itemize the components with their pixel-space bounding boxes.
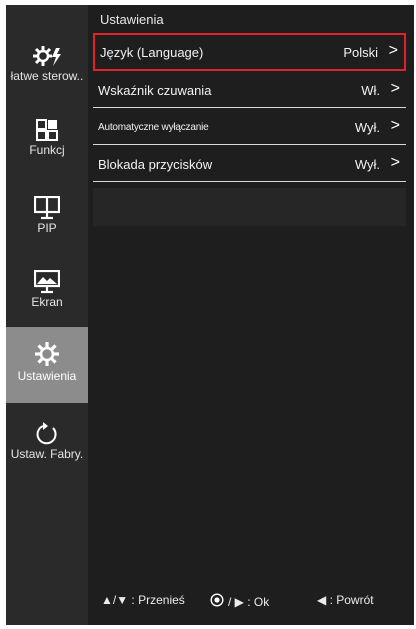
sidebar-item-easy-control[interactable]: łatwe sterow..	[6, 33, 88, 107]
footer-key-guide: ▲/▼ : Przenieś / ▶ : Ok ◀ : Powrót	[88, 593, 414, 613]
row-label: Automatyczne wyłączanie	[98, 122, 209, 133]
sidebar-item-function[interactable]: Funkcj	[6, 107, 88, 181]
row-value: Polski	[343, 45, 378, 60]
row-value: Wył.	[354, 120, 380, 135]
move-hint-text: ▲/▼ : Przenieś	[101, 593, 185, 607]
sidebar-item-label: łatwe sterow..	[10, 69, 84, 83]
row-value: Wł.	[361, 83, 380, 98]
picture-icon	[6, 269, 88, 295]
back-hint-text: ◀ : Powrót	[317, 593, 374, 607]
sidebar-item-label: Ustaw. Fabry.	[10, 447, 84, 461]
sidebar: łatwe sterow.. Funkcj PIP Ekran Ustawien…	[6, 5, 88, 625]
joystick-button-icon	[210, 593, 224, 610]
move-hint: ▲/▼ : Przenieś	[101, 593, 185, 607]
pip-icon	[6, 195, 88, 221]
function-icon	[6, 117, 88, 143]
ok-hint-text: / ▶ : Ok	[228, 594, 270, 609]
reset-icon	[6, 421, 88, 447]
sidebar-item-settings[interactable]: Ustawienia	[6, 327, 88, 403]
menu-row-standby-indicator[interactable]: Wskaźnik czuwania Wł. >	[93, 73, 406, 108]
settings-icon	[6, 341, 88, 367]
osd-screen: łatwe sterow.. Funkcj PIP Ekran Ustawien…	[0, 0, 416, 629]
sidebar-item-picture[interactable]: Ekran	[6, 259, 88, 333]
easy-control-icon	[6, 43, 88, 69]
empty-menu-row	[93, 188, 406, 226]
row-label: Wskaźnik czuwania	[98, 83, 212, 98]
ok-hint: / ▶ : Ok	[210, 593, 269, 610]
menu-row-auto-standby[interactable]: Automatyczne wyłączanie Wył. >	[93, 110, 406, 145]
chevron-right-icon: >	[390, 117, 400, 134]
chevron-right-icon: >	[390, 80, 400, 97]
row-label: Blokada przycisków	[98, 157, 213, 172]
back-hint: ◀ : Powrót	[317, 593, 374, 607]
chevron-right-icon: >	[388, 42, 398, 59]
panel-title: Ustawienia	[100, 12, 164, 27]
sidebar-item-label: Funkcj	[29, 143, 65, 157]
sidebar-item-label: Ustawienia	[17, 369, 77, 383]
row-label: Język (Language)	[100, 45, 204, 60]
row-value: Wył.	[354, 157, 380, 172]
sidebar-item-factory-reset[interactable]: Ustaw. Fabry.	[6, 411, 88, 485]
settings-panel: Ustawienia Język (Language) Polski > Wsk…	[88, 5, 414, 625]
menu-row-language[interactable]: Język (Language) Polski >	[93, 33, 406, 71]
chevron-right-icon: >	[390, 154, 400, 171]
sidebar-item-label: Ekran	[31, 295, 63, 309]
sidebar-item-pip[interactable]: PIP	[6, 185, 88, 259]
menu-row-key-lock[interactable]: Blokada przycisków Wył. >	[93, 147, 406, 182]
sidebar-item-label: PIP	[37, 221, 57, 235]
